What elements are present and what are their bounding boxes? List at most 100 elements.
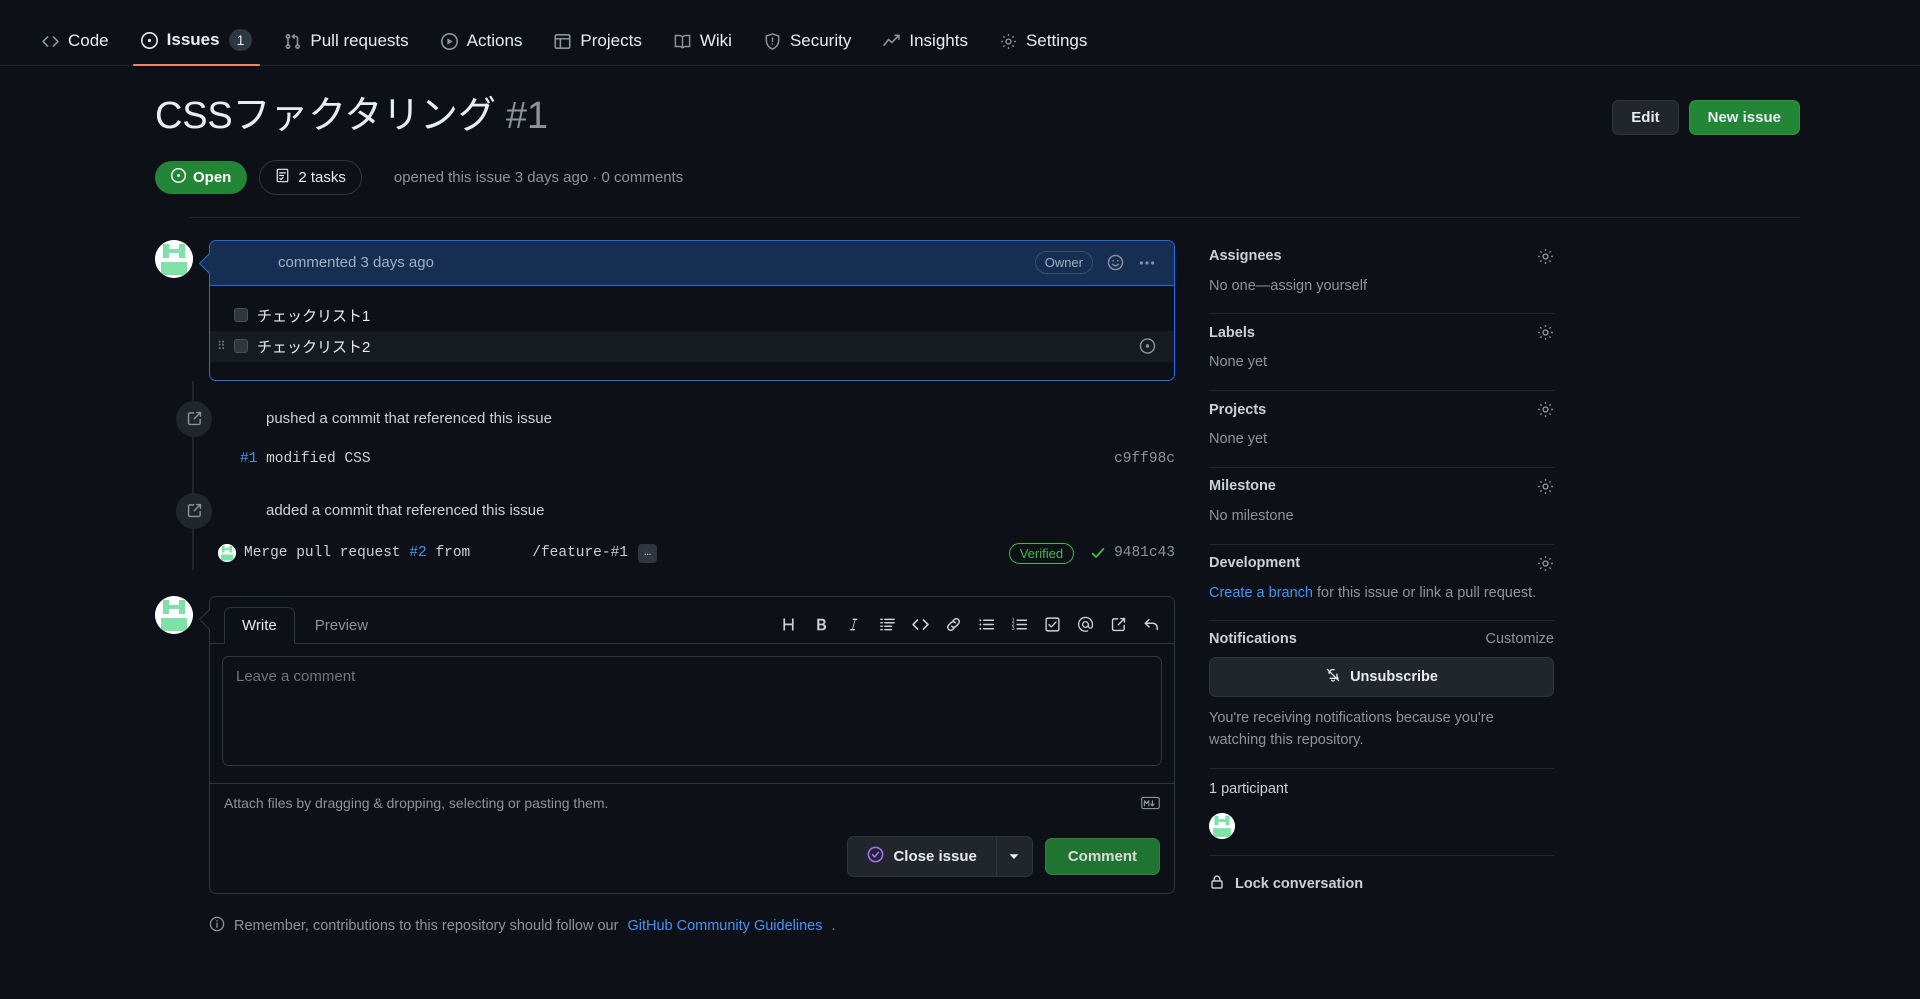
sidebar-section-milestone: Milestone No milestone bbox=[1209, 468, 1554, 545]
unsubscribe-button[interactable]: Unsubscribe bbox=[1209, 657, 1554, 698]
avatar[interactable] bbox=[1209, 812, 1235, 839]
unsubscribe-label: Unsubscribe bbox=[1350, 669, 1438, 686]
gear-icon[interactable] bbox=[1537, 401, 1554, 418]
commit-hash[interactable]: 9481c43 bbox=[1114, 545, 1175, 561]
ordered-list-icon[interactable]: 123 bbox=[1011, 616, 1028, 633]
nav-item-projects[interactable]: Projects bbox=[540, 31, 655, 65]
tasks-badge[interactable]: 2 tasks bbox=[259, 159, 362, 195]
issue-meta-text: opened this issue 3 days ago · 0 comment… bbox=[393, 168, 684, 186]
tab-write[interactable]: Write bbox=[224, 606, 295, 644]
task-checkbox[interactable] bbox=[234, 339, 248, 354]
quote-icon[interactable] bbox=[879, 616, 896, 633]
shield-icon bbox=[764, 32, 781, 50]
timeline-event: added a commit that referenced this issu… bbox=[174, 473, 1175, 537]
footer-note-suffix: . bbox=[831, 917, 836, 934]
task-list-icon[interactable] bbox=[1044, 616, 1061, 633]
timeline: pushed a commit that referenced this iss… bbox=[155, 380, 1175, 570]
task-list-item: ⠿ チェックリスト2 bbox=[210, 330, 1174, 362]
close-issue-label: Close issue bbox=[893, 847, 977, 865]
commit-message-from: from bbox=[435, 545, 471, 562]
nav-label: Pull requests bbox=[310, 31, 409, 50]
task-label: チェックリスト2 bbox=[257, 338, 371, 356]
gear-icon[interactable] bbox=[1537, 248, 1554, 265]
nav-label: Projects bbox=[580, 31, 642, 50]
timeline-event-text: added a commit that referenced this issu… bbox=[266, 502, 545, 520]
italic-icon[interactable] bbox=[846, 616, 863, 633]
tab-preview[interactable]: Preview bbox=[297, 607, 386, 644]
svg-text:3: 3 bbox=[1012, 626, 1015, 632]
code-icon[interactable] bbox=[912, 616, 929, 633]
nav-item-settings[interactable]: Settings bbox=[986, 31, 1101, 65]
nav-item-pull-requests[interactable]: Pull requests bbox=[270, 31, 422, 65]
author-association-badge[interactable]: Owner bbox=[1034, 251, 1093, 275]
reply-icon[interactable] bbox=[1143, 616, 1160, 633]
expand-commit-message-button[interactable]: … bbox=[637, 543, 658, 563]
link-icon[interactable] bbox=[945, 616, 962, 633]
comment-input[interactable] bbox=[222, 655, 1162, 766]
sidebar-section-participants: 1 participant bbox=[1209, 769, 1554, 856]
comment-textarea-wrapper bbox=[210, 644, 1174, 771]
task-checkbox[interactable] bbox=[234, 308, 248, 323]
avatar[interactable] bbox=[155, 595, 193, 634]
gear-icon[interactable] bbox=[1537, 478, 1554, 495]
mention-icon[interactable] bbox=[1077, 616, 1094, 633]
graph-icon bbox=[883, 33, 901, 50]
avatar[interactable] bbox=[218, 544, 236, 563]
community-guidelines-note: Remember, contributions to this reposito… bbox=[155, 916, 1175, 936]
new-issue-button[interactable]: New issue bbox=[1688, 100, 1800, 135]
assignees-value[interactable]: No one—assign yourself bbox=[1209, 276, 1554, 298]
nav-item-code[interactable]: Code bbox=[28, 31, 123, 65]
markdown-icon[interactable] bbox=[1141, 796, 1160, 810]
edit-button[interactable]: Edit bbox=[1612, 100, 1679, 135]
create-a-branch-link[interactable]: Create a branch bbox=[1209, 585, 1313, 601]
projects-title: Projects bbox=[1209, 401, 1267, 418]
convert-to-issue-icon[interactable] bbox=[1139, 338, 1156, 355]
page-title: CSSファクタリング #1 bbox=[155, 94, 1800, 140]
sidebar-section-projects: Projects None yet bbox=[1209, 391, 1554, 468]
tasklist-icon bbox=[275, 168, 290, 187]
heading-icon[interactable] bbox=[780, 616, 797, 633]
issue-meta-row: Open 2 tasks opened this issue 3 days ag… bbox=[155, 159, 1800, 195]
drag-handle-icon[interactable]: ⠿ bbox=[217, 340, 226, 352]
reference-icon[interactable] bbox=[1110, 616, 1127, 633]
community-guidelines-link[interactable]: GitHub Community Guidelines bbox=[627, 918, 822, 934]
check-success-icon bbox=[1090, 545, 1106, 561]
commit-pr-link[interactable]: #2 bbox=[409, 545, 426, 561]
editor-action-bar: Close issue Comment bbox=[210, 822, 1174, 893]
gear-icon[interactable] bbox=[1537, 324, 1554, 341]
development-title: Development bbox=[1209, 555, 1301, 572]
sidebar-heading: Milestone bbox=[1209, 478, 1554, 495]
nav-item-insights[interactable]: Insights bbox=[869, 31, 982, 65]
labels-value: None yet bbox=[1209, 354, 1268, 371]
unordered-list-icon[interactable] bbox=[978, 616, 995, 633]
comment-header-actions: Owner bbox=[1034, 251, 1156, 275]
verified-badge[interactable]: Verified bbox=[1008, 542, 1075, 564]
nav-item-wiki[interactable]: Wiki bbox=[660, 31, 746, 65]
emoji-reaction-icon[interactable] bbox=[1107, 254, 1124, 271]
lock-conversation-button[interactable]: Lock conversation bbox=[1209, 856, 1554, 894]
commit-hash[interactable]: c9ff98c bbox=[1114, 451, 1175, 467]
nav-label: Insights bbox=[909, 31, 968, 50]
nav-item-security[interactable]: Security bbox=[750, 31, 865, 65]
attach-files-bar[interactable]: Attach files by dragging & dropping, sel… bbox=[210, 782, 1174, 822]
tasks-label: 2 tasks bbox=[298, 168, 346, 186]
bold-icon[interactable] bbox=[813, 616, 830, 633]
nav-item-actions[interactable]: Actions bbox=[427, 31, 537, 65]
avatar[interactable] bbox=[155, 239, 193, 278]
comment-submit-button[interactable]: Comment bbox=[1044, 837, 1160, 875]
customize-notifications-link[interactable]: Customize bbox=[1486, 631, 1555, 647]
conversation-column: commented 3 days ago Owner チェックリスト1 ⠿ チェ… bbox=[155, 239, 1175, 936]
header-divider bbox=[190, 216, 1800, 218]
labels-title: Labels bbox=[1209, 324, 1255, 341]
close-issue-dropdown-toggle[interactable] bbox=[995, 836, 1032, 876]
nav-label: Actions bbox=[466, 31, 523, 50]
commit-issue-link[interactable]: #1 bbox=[240, 451, 257, 467]
markdown-toolbar: 123 bbox=[780, 616, 1160, 643]
nav-item-issues[interactable]: Issues 1 bbox=[127, 29, 267, 66]
notifications-title: Notifications bbox=[1209, 631, 1297, 648]
gear-icon[interactable] bbox=[1537, 555, 1554, 572]
commit-message[interactable]: modified CSS bbox=[266, 451, 370, 467]
close-issue-button-group: Close issue bbox=[847, 835, 1033, 877]
close-issue-button[interactable]: Close issue bbox=[848, 837, 995, 876]
comment-menu-kebab-icon[interactable] bbox=[1138, 254, 1156, 272]
